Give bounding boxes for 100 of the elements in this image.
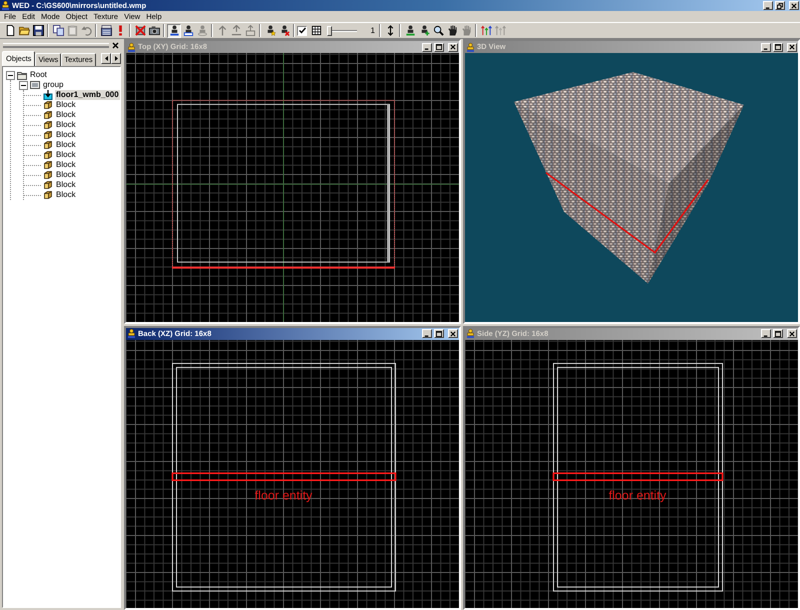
toolbar-button[interactable]: [181, 24, 195, 38]
close-button[interactable]: [448, 42, 458, 52]
close-button[interactable]: [787, 329, 797, 338]
figure-icon: [182, 25, 194, 36]
tree-item[interactable]: Root: [29, 70, 48, 80]
hand-icon: [460, 25, 472, 36]
tree-item[interactable]: Block: [55, 180, 77, 190]
figure-icon: [168, 25, 180, 36]
minimize-button[interactable]: [761, 42, 771, 52]
cube-icon: [43, 110, 53, 120]
maximize-button[interactable]: [773, 329, 783, 338]
box-icon: [30, 80, 40, 90]
cube-icon: [43, 120, 53, 130]
tree-item[interactable]: Block: [55, 170, 77, 180]
toolbar-button[interactable]: [99, 24, 113, 38]
tree-item[interactable]: Block: [55, 120, 77, 130]
cube-icon: [43, 150, 53, 160]
maximize-icon: [775, 44, 781, 50]
maximize-icon: [436, 44, 442, 50]
maximize-button[interactable]: [434, 42, 444, 52]
camera-icon: [148, 25, 160, 36]
close-icon: [450, 44, 456, 50]
floor-label: floor entity: [608, 488, 666, 502]
magnifier-icon: [432, 25, 444, 36]
tree-item[interactable]: Block: [55, 150, 77, 160]
tree-item[interactable]: floor1_wmb_000: [55, 90, 120, 100]
checkbox[interactable]: [297, 26, 307, 36]
cube-arrow-icon: [43, 90, 53, 100]
collapse-icon[interactable]: [19, 80, 28, 90]
cube-icon: [43, 140, 53, 150]
close-icon: [450, 330, 456, 336]
maximize-icon: [775, 330, 781, 336]
cube-icon: [43, 160, 53, 170]
tree-item[interactable]: Block: [55, 100, 77, 110]
maximize-icon: [436, 330, 442, 336]
cube-icon: [43, 100, 53, 110]
folder-icon: [17, 70, 27, 80]
maximize-button[interactable]: [434, 329, 444, 338]
tree-item[interactable]: Block: [55, 190, 77, 200]
toolbar-button[interactable]: [31, 24, 45, 38]
minimize-button[interactable]: [422, 42, 432, 52]
figure-icon: [466, 329, 475, 338]
toolbar-button[interactable]: [133, 24, 147, 38]
curved-arrow-icon: [80, 25, 92, 36]
restore-icon: [777, 2, 783, 8]
cube-icon: [43, 190, 53, 200]
tree-item[interactable]: group: [42, 80, 64, 90]
close-button[interactable]: [787, 42, 797, 52]
arrow-icon: [216, 25, 228, 36]
close-icon: [789, 44, 795, 50]
toolbar-button[interactable]: [431, 24, 445, 38]
toolbar-button[interactable]: [309, 24, 323, 38]
film-icon: [100, 25, 112, 36]
scroll-left-button[interactable]: [101, 53, 111, 64]
figure-icon: [466, 42, 475, 52]
figure-icon: [196, 25, 208, 36]
close-button[interactable]: [448, 329, 458, 338]
slider-value: 1: [370, 26, 376, 35]
axis-arrows-icon: [480, 25, 492, 36]
minimize-button[interactable]: [763, 1, 773, 10]
checkmark-icon: [298, 27, 306, 34]
tree-item[interactable]: Block: [55, 140, 77, 150]
arrow-box-icon: [244, 25, 256, 36]
close-icon: [789, 330, 795, 336]
close-icon: [791, 2, 797, 8]
gripper-handle[interactable]: [3, 43, 109, 47]
document-icon: [4, 25, 16, 36]
minimize-button[interactable]: [761, 329, 771, 338]
figure-icon: [127, 329, 136, 338]
hand-icon: [446, 25, 458, 36]
figure-icon: [1, 1, 10, 10]
tree-item[interactable]: Block: [55, 110, 77, 120]
restore-button[interactable]: [775, 1, 785, 10]
pages-icon: [52, 25, 64, 36]
slider-thumb[interactable]: [327, 26, 332, 36]
figure-icon: [404, 25, 416, 36]
slider-track[interactable]: [327, 26, 357, 36]
toolbar-button[interactable]: [51, 24, 65, 38]
minimize-button[interactable]: [422, 329, 432, 338]
maximize-button[interactable]: [773, 42, 783, 52]
close-icon[interactable]: [112, 42, 119, 48]
cross-box-icon: [134, 25, 146, 36]
clipboard-icon: [66, 25, 78, 36]
toolbar-button[interactable]: [147, 24, 161, 38]
cube-icon: [43, 170, 53, 180]
left-triangle-icon: [104, 56, 108, 61]
tree-item[interactable]: Block: [55, 160, 77, 170]
arrow-icon: [230, 25, 242, 36]
right-triangle-icon: [114, 56, 118, 61]
figure-icon: [127, 42, 136, 52]
cube-icon: [43, 130, 53, 140]
close-button[interactable]: [789, 1, 799, 10]
tree-item[interactable]: Block: [55, 130, 77, 140]
toolbar-button[interactable]: [167, 24, 181, 38]
grid-icon: [310, 25, 322, 36]
scroll-right-button[interactable]: [111, 53, 121, 64]
axis-arrows-icon: [494, 25, 506, 36]
folder-icon: [18, 25, 30, 36]
floor-label: floor entity: [254, 488, 312, 502]
collapse-icon[interactable]: [6, 70, 15, 80]
